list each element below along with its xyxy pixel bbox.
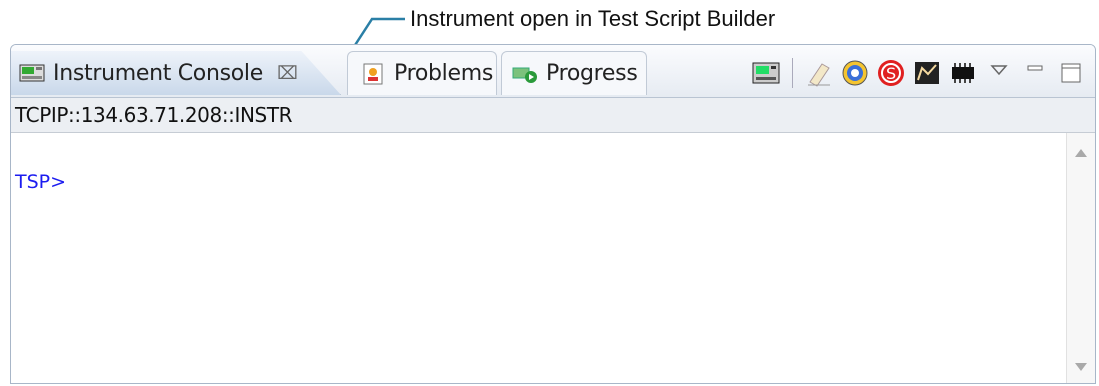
scroll-up-icon[interactable] [1075,149,1087,157]
annotation-label: Instrument open in Test Script Builder [410,6,776,31]
instrument-console-view: Instrument Console ⌧ Problems Progress S… [10,44,1096,384]
console-output-area[interactable]: TSP> [11,133,1095,383]
tsp-prompt: TSP> [15,171,67,193]
tab-progress[interactable]: Progress [501,51,647,95]
close-icon[interactable]: ⌧ [277,63,298,84]
maximize-icon[interactable] [1056,58,1086,88]
progress-icon [512,63,538,85]
tab-instrument-console[interactable]: Instrument Console ⌧ [11,51,341,95]
instrument-icon[interactable] [751,58,781,88]
vertical-scrollbar[interactable] [1066,133,1095,383]
stop-s-icon[interactable]: S [876,58,906,88]
scroll-down-icon[interactable] [1075,363,1087,371]
eraser-icon[interactable] [804,58,834,88]
tab-label: Progress [546,61,638,86]
svg-text:S: S [886,64,896,83]
minimize-icon[interactable] [1020,58,1050,88]
view-menu-icon[interactable] [984,58,1014,88]
view-toolbar: S [748,53,1089,93]
tab-problems[interactable]: Problems [347,51,497,95]
target-icon[interactable] [840,58,870,88]
toolbar-separator [792,58,793,88]
instrument-address: TCPIP::134.63.71.208::INSTR [11,98,1095,133]
tab-bar: Instrument Console ⌧ Problems Progress S [11,45,1095,98]
tab-label: Instrument Console [53,60,263,86]
graph-icon[interactable] [912,58,942,88]
problems-icon [360,63,386,85]
instrument-console-icon [19,62,45,84]
tab-label: Problems [394,61,494,86]
chip-icon[interactable] [948,58,978,88]
